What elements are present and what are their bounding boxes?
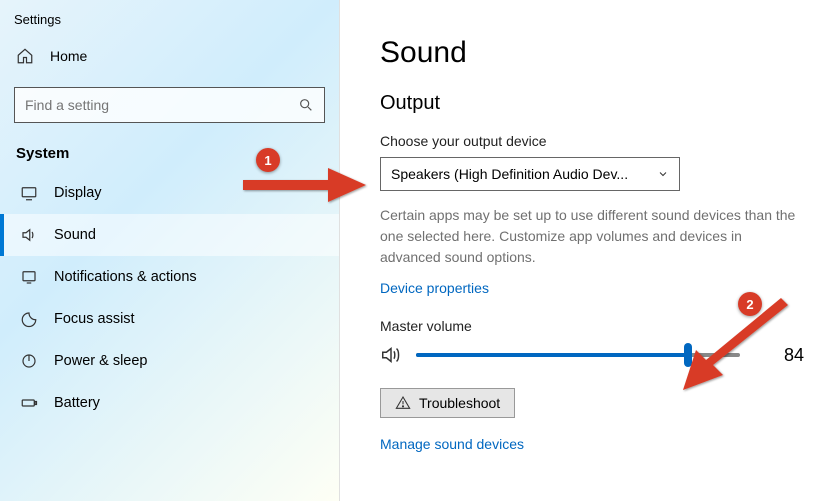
window-title: Settings xyxy=(0,10,339,37)
sidebar-item-label: Display xyxy=(54,185,102,201)
display-icon xyxy=(20,184,40,202)
main-content: Sound Output Choose your output device S… xyxy=(340,0,828,501)
speaker-icon xyxy=(380,344,402,366)
settings-window: Settings Home System Display Sound xyxy=(0,0,828,501)
volume-value: 84 xyxy=(784,345,804,366)
sidebar: Settings Home System Display Sound xyxy=(0,0,340,501)
slider-fill xyxy=(416,353,688,357)
device-properties-link[interactable]: Device properties xyxy=(380,280,489,296)
sidebar-item-notifications[interactable]: Notifications & actions xyxy=(0,256,339,298)
notifications-icon xyxy=(20,268,40,286)
sidebar-item-label: Power & sleep xyxy=(54,353,148,369)
slider-thumb[interactable] xyxy=(684,343,692,367)
warning-icon xyxy=(395,395,411,411)
output-help-text: Certain apps may be set up to use differ… xyxy=(380,205,804,268)
page-title: Sound xyxy=(380,36,804,70)
search-input[interactable] xyxy=(25,97,298,113)
sidebar-item-label: Notifications & actions xyxy=(54,269,197,285)
sidebar-item-battery[interactable]: Battery xyxy=(0,382,339,424)
home-icon xyxy=(16,47,36,65)
battery-icon xyxy=(20,394,40,412)
master-volume-label: Master volume xyxy=(380,318,804,334)
troubleshoot-button[interactable]: Troubleshoot xyxy=(380,388,515,418)
sidebar-item-focus[interactable]: Focus assist xyxy=(0,298,339,340)
nav-home-label: Home xyxy=(50,48,87,64)
output-device-dropdown[interactable]: Speakers (High Definition Audio Dev... xyxy=(380,157,680,191)
choose-output-label: Choose your output device xyxy=(380,133,804,149)
sidebar-item-label: Focus assist xyxy=(54,311,135,327)
chevron-down-icon xyxy=(657,168,669,180)
sidebar-item-sound[interactable]: Sound xyxy=(0,214,339,256)
search-icon xyxy=(298,97,314,113)
search-box[interactable] xyxy=(14,87,325,123)
sidebar-item-display[interactable]: Display xyxy=(0,172,339,214)
manage-sound-devices-link[interactable]: Manage sound devices xyxy=(380,436,524,452)
sidebar-item-label: Sound xyxy=(54,227,96,243)
dropdown-value: Speakers (High Definition Audio Dev... xyxy=(391,166,628,182)
sidebar-item-label: Battery xyxy=(54,395,100,411)
annotation-badge-1: 1 xyxy=(256,148,280,172)
sound-icon xyxy=(20,226,40,244)
annotation-badge-2: 2 xyxy=(738,292,762,316)
output-heading: Output xyxy=(380,92,804,115)
volume-slider[interactable] xyxy=(416,353,740,357)
focus-icon xyxy=(20,310,40,328)
sidebar-section-header: System xyxy=(0,139,339,172)
power-icon xyxy=(20,352,40,370)
volume-row: 84 xyxy=(380,344,804,366)
nav-home[interactable]: Home xyxy=(0,37,339,75)
troubleshoot-label: Troubleshoot xyxy=(419,395,500,411)
sidebar-item-power[interactable]: Power & sleep xyxy=(0,340,339,382)
